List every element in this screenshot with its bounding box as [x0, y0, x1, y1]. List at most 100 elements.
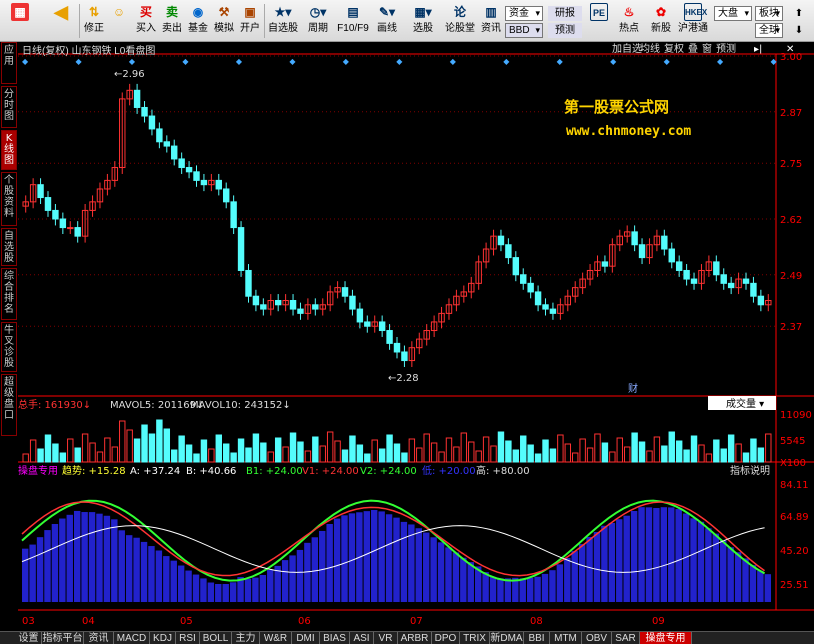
fund-button[interactable]: ◉ 基金	[186, 2, 210, 40]
candle-body	[631, 231, 638, 246]
watchlist-button[interactable]: ★▾ 自选股	[266, 2, 300, 40]
pe-button[interactable]: PE	[586, 2, 612, 40]
indicator-tab-16[interactable]: 新DMA	[490, 632, 524, 644]
forum-button[interactable]: 论论股堂	[443, 2, 477, 40]
volume-bar	[542, 439, 549, 463]
hot-icon: ♨	[623, 5, 635, 19]
indicator-bar	[608, 522, 616, 602]
volume-bar	[282, 446, 289, 463]
adjust-button[interactable]: ☺	[107, 2, 131, 40]
indicator-bar	[586, 536, 593, 602]
funds-dropdown[interactable]: 资金	[505, 6, 543, 21]
candle-body	[133, 89, 141, 108]
left-tab-7[interactable]: 超级盘口	[1, 374, 17, 436]
indicator-bar	[668, 507, 675, 602]
research-button[interactable]: 研报	[548, 6, 582, 21]
modify-button[interactable]: ⇅ 修正	[82, 2, 106, 40]
bbd-dropdown[interactable]: BBD	[505, 23, 543, 38]
indicator-bar	[690, 518, 697, 602]
indicator-tab-17[interactable]: BBI	[524, 632, 550, 644]
indicator-tab-2[interactable]: 资讯	[84, 632, 114, 644]
indicator-tick-label: 84.11	[780, 480, 809, 491]
hot-button[interactable]: ♨ 热点	[614, 2, 644, 40]
indicator-bar	[281, 560, 289, 602]
indicator-value-5: V2: +24.00	[360, 466, 417, 477]
volume-bar	[601, 442, 609, 463]
left-tab-5[interactable]: 综合排名	[1, 268, 17, 320]
indicator-bar	[348, 513, 356, 602]
volume-bar	[44, 434, 52, 463]
f10-button[interactable]: ▤ F10/F9	[336, 2, 370, 40]
volume-bar	[37, 448, 44, 463]
left-tab-3[interactable]: 个股资料	[1, 172, 17, 226]
volume-bar	[163, 428, 171, 463]
indicator-tab-9[interactable]: DMI	[292, 632, 320, 644]
period-icon: ◷▾	[309, 5, 327, 19]
volume-bar	[668, 431, 675, 463]
indicator-value-4: V1: +24.00	[302, 466, 359, 477]
grid-button[interactable]: ▦	[2, 2, 38, 40]
open-account-button[interactable]: ▣ 开户	[238, 2, 262, 40]
candle-body	[215, 179, 222, 190]
indicator-tab-0[interactable]: 设置	[16, 632, 42, 644]
sector-dropdown[interactable]: 板块	[755, 6, 783, 21]
volume-bar	[623, 446, 631, 463]
indicator-tab-11[interactable]: ASI	[350, 632, 374, 644]
candle-body	[742, 278, 750, 284]
left-tab-0[interactable]: 应用	[1, 42, 17, 84]
candle-body	[52, 209, 59, 220]
volume-bar	[119, 420, 126, 463]
indicator-tab-3[interactable]: MACD	[114, 632, 150, 644]
indicator-tab-12[interactable]: VR	[374, 632, 398, 644]
select-button[interactable]: ▦▾ 选股	[405, 2, 441, 40]
price-tick-label: 2.87	[780, 108, 802, 119]
volume-bar	[230, 452, 237, 463]
down-button[interactable]: ⬇	[786, 23, 812, 38]
mavol10-label: MAVOL10: 243152↓	[190, 400, 291, 411]
sell-button[interactable]: 卖卖出	[160, 2, 184, 40]
new-stock-button[interactable]: ✿ 新股	[646, 2, 676, 40]
back-button[interactable]: ◀	[46, 2, 76, 40]
indicator-tab-14[interactable]: DPO	[432, 632, 460, 644]
volume-bar	[319, 445, 326, 463]
fund-icon: ◉	[192, 5, 204, 19]
indicator-tab-8[interactable]: W&R	[260, 632, 292, 644]
indicator-bar	[311, 537, 319, 602]
market-dropdown[interactable]: 大盘	[714, 6, 752, 21]
simulate-button[interactable]: ⚒ 模拟	[212, 2, 236, 40]
candle-body	[534, 291, 542, 306]
left-tab-2[interactable]: K线图	[1, 130, 17, 170]
volume-bar	[549, 448, 557, 463]
candle-body	[171, 145, 178, 160]
volume-bar	[586, 447, 594, 463]
left-tab-1[interactable]: 分时图	[1, 86, 17, 128]
up-button[interactable]: ⬆	[786, 6, 812, 21]
collapse-icon: ▸|	[754, 44, 762, 55]
indicator-tab-7[interactable]: 主力	[232, 632, 260, 644]
draw-button[interactable]: ✎▾ 画线	[372, 2, 402, 40]
left-tab-4[interactable]: 自选股	[1, 228, 17, 266]
indicator-bar	[645, 507, 653, 602]
indicator-tab-1[interactable]: 指标平台	[42, 632, 84, 644]
indicator-value-2: B: +40.66	[186, 466, 236, 477]
indicator-bar	[593, 531, 601, 602]
indicator-tab-15[interactable]: TRIX	[460, 632, 490, 644]
buy-button[interactable]: 买买入	[134, 2, 158, 40]
left-tab-6[interactable]: 牛叉诊股	[1, 322, 17, 372]
back-icon: ◀	[54, 2, 68, 22]
indicator-tab-5[interactable]: RSI	[176, 632, 200, 644]
indicator-tab-6[interactable]: BOLL	[200, 632, 232, 644]
indicator-tab-10[interactable]: BIAS	[320, 632, 350, 644]
indicator-tab-13[interactable]: ARBR	[398, 632, 432, 644]
news-button[interactable]: ▥ 资讯	[479, 2, 503, 40]
indicator-tab-18[interactable]: MTM	[550, 632, 582, 644]
forecast-button[interactable]: 预测	[548, 23, 582, 38]
indicator-tab-21[interactable]: 操盘专用	[640, 632, 692, 644]
indicator-tab-20[interactable]: SAR	[612, 632, 640, 644]
indicator-tab-4[interactable]: KDJ	[150, 632, 176, 644]
period-button[interactable]: ◷▾ 周期	[302, 2, 334, 40]
global-dropdown[interactable]: 全球	[755, 23, 783, 38]
indicator-tab-19[interactable]: OBV	[582, 632, 612, 644]
indicator-bar	[163, 556, 170, 602]
hk-connect-button[interactable]: HKEX 沪港通	[676, 2, 710, 40]
